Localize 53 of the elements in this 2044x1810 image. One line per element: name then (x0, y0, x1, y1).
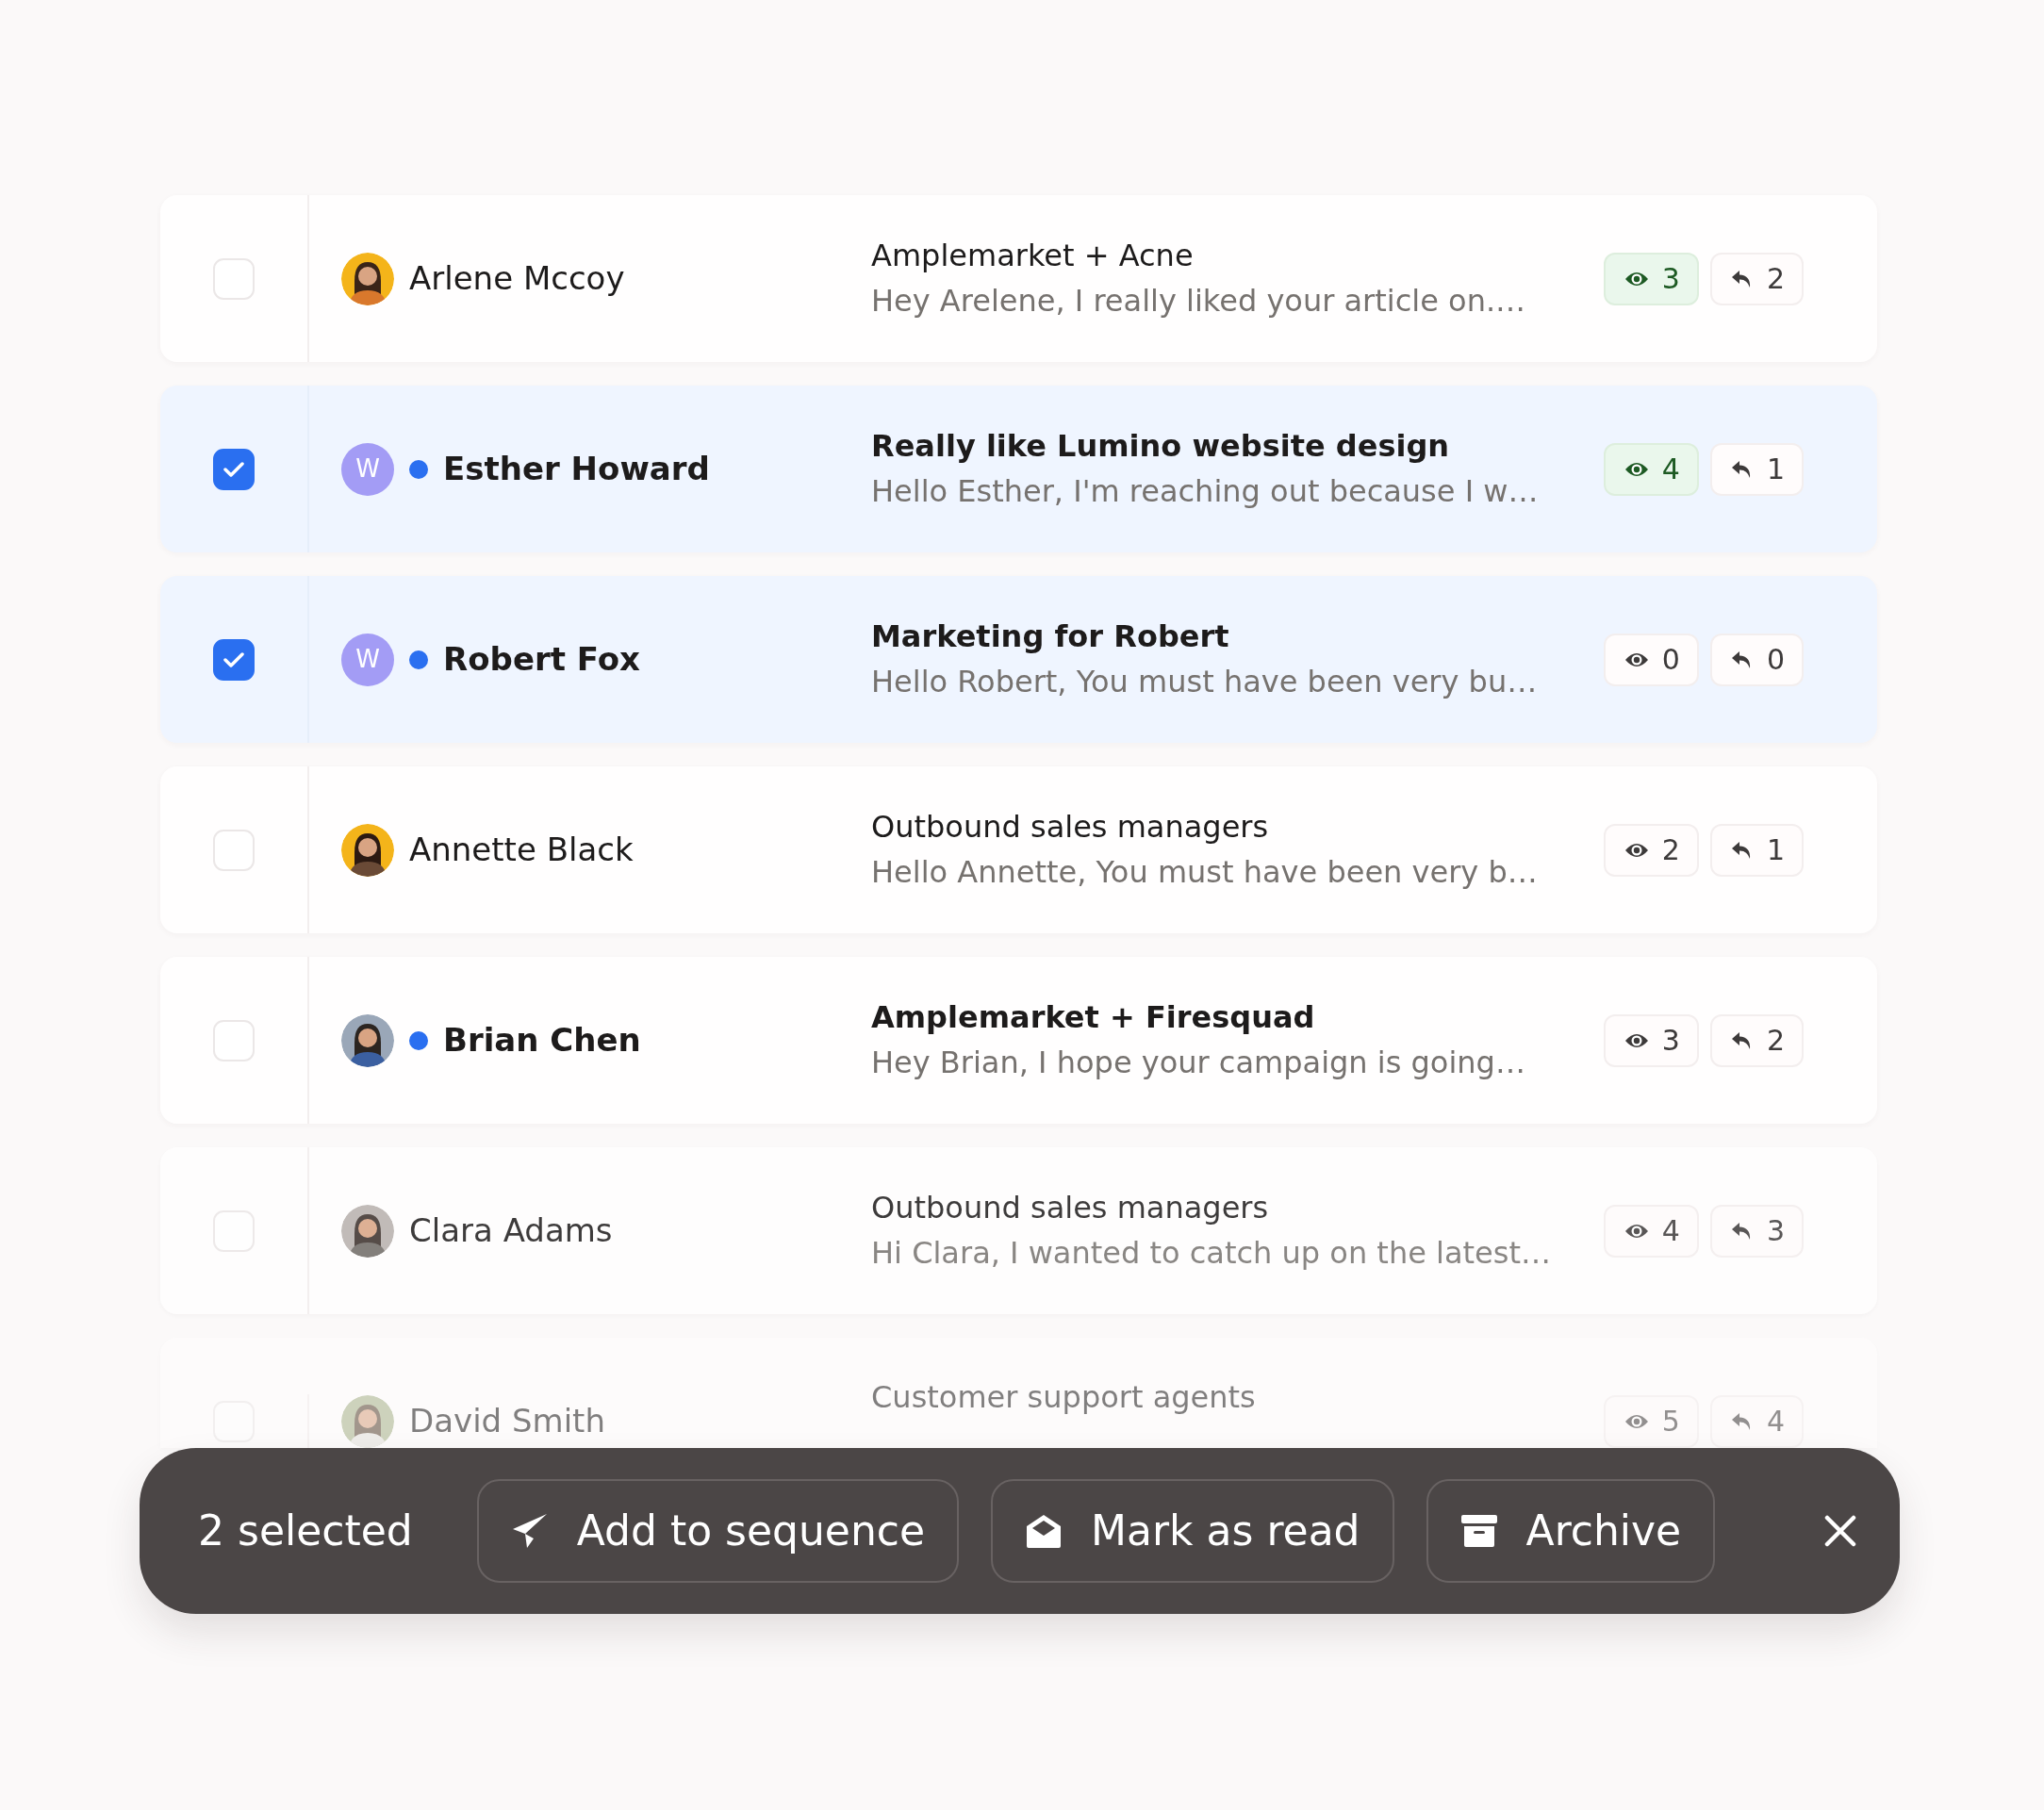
replies-badge: 1 (1709, 823, 1804, 877)
email-preview: Hello Annette, You must have been very b… (871, 852, 1539, 892)
email-preview: Hey Arelene, I really liked your article on.… (871, 281, 1527, 321)
replies-badge: 3 (1709, 1204, 1804, 1258)
opens-badge: 3 (1603, 252, 1699, 305)
email-subject: Outbound sales managers (871, 1188, 1270, 1227)
checkbox[interactable] (213, 448, 255, 490)
opens-badge: 4 (1603, 1204, 1699, 1258)
replies-badge: 4 (1709, 1394, 1804, 1448)
contact-name: Annette Black (409, 830, 634, 870)
message-row[interactable]: Brian Chen Amplemarket + Firesquad Hey Brian, I hope your campaign is going… 3 2 (160, 957, 1877, 1124)
message-row[interactable]: Clara Adams Outbound sales managers Hi Clara, I wanted to catch up on the latest… 4 3 (160, 1147, 1877, 1314)
checkbox[interactable] (213, 638, 255, 681)
contact-name: Clara Adams (409, 1210, 613, 1251)
check-icon (223, 460, 244, 478)
open-envelope-icon (1025, 1512, 1063, 1550)
message-row[interactable]: Arlene Mccoy Amplemarket + Acne Hey Arelene, I really liked your article on.… 3 2 (160, 195, 1877, 362)
archive-box-icon (1459, 1514, 1498, 1548)
opens-badge: 4 (1603, 442, 1699, 496)
replies-badge: 2 (1709, 1013, 1804, 1067)
email-subject: Outbound sales managers (871, 807, 1270, 847)
contact-name: Arlene Mccoy (409, 258, 625, 299)
contact-name: Robert Fox (443, 639, 640, 680)
contact-name: David Smith (409, 1401, 605, 1441)
replies-badge: 1 (1709, 442, 1804, 496)
check-icon (223, 650, 244, 668)
email-preview: Hey Brian, I hope your campaign is going… (871, 1043, 1526, 1082)
email-subject: Amplemarket + Firesquad (871, 997, 1316, 1037)
email-preview: Hello Esther, I'm reaching out because I w… (871, 471, 1540, 511)
contact-name: Esther Howard (443, 449, 710, 489)
email-subject: Marketing for Robert (871, 617, 1230, 656)
email-preview: Hi Clara, I wanted to catch up on the latest… (871, 1233, 1552, 1273)
email-subject: Really like Lumino website design (871, 426, 1451, 466)
opens-badge: 5 (1603, 1394, 1699, 1448)
action-button[interactable]: Add to sequence (476, 1479, 960, 1583)
opens-badge: 3 (1603, 1013, 1699, 1067)
replies-badge: 0 (1709, 633, 1804, 686)
message-row[interactable]: W Robert Fox Marketing for Robert Hello Robert, You must have been very bu… 0 0 (160, 576, 1877, 743)
message-row[interactable]: W Esther Howard Really like Lumino website design Hello Esther, I'm reaching out because I w… 4 1 (160, 386, 1877, 552)
email-preview: Hello Robert, You must have been very bu… (871, 662, 1539, 701)
replies-badge: 2 (1709, 252, 1804, 305)
message-row[interactable]: David Smith Customer support agents 5 4 (160, 1338, 1877, 1448)
email-subject: Amplemarket + Acne (871, 236, 1195, 275)
contact-name: Brian Chen (443, 1020, 641, 1061)
avatar: W (341, 442, 394, 496)
message-row[interactable]: Annette Black Outbound sales managers Hello Annette, You must have been very b… 2 1 (160, 766, 1877, 933)
email-subject: Customer support agents (871, 1377, 1257, 1417)
opens-badge: 2 (1603, 823, 1699, 877)
action-button[interactable]: Archive (1426, 1479, 1716, 1583)
selection-count: 2 selected (198, 1506, 413, 1556)
avatar: W (341, 633, 394, 686)
action-button[interactable]: Mark as read (991, 1479, 1394, 1583)
opens-badge: 0 (1603, 633, 1699, 686)
